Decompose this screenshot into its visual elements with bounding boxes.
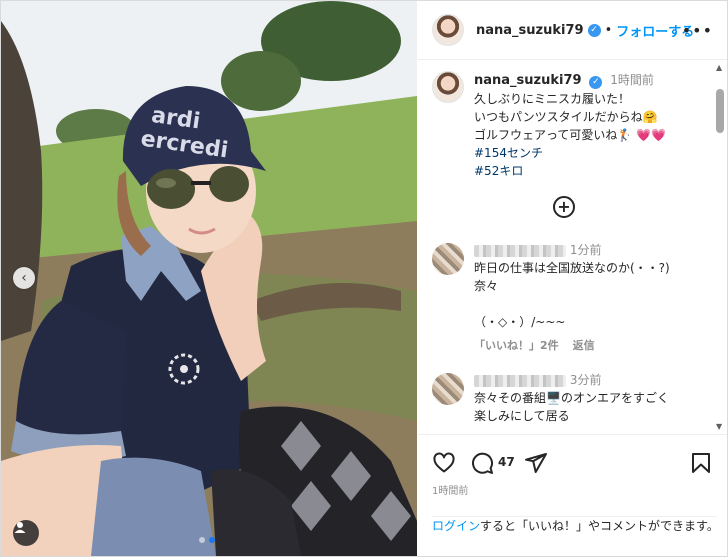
bookmark-icon[interactable] <box>689 451 713 475</box>
carousel-dot <box>199 537 205 543</box>
login-link[interactable]: ログイン <box>432 519 480 533</box>
scroll-down-icon[interactable]: ▼ <box>716 422 722 431</box>
caption-line: いつもパンツスタイルだからね🤗 <box>474 110 658 124</box>
comment-item: 1分前 昨日の仕事は全国放送なのか(・・?) 奈々 （・◇・）/~~~ 「いいね… <box>432 241 702 355</box>
commenter-avatar[interactable] <box>432 373 464 405</box>
post-caption: nana_suzuki79 ✓ 1時間前 久しぶりにミニスカ履いた！ いつもパン… <box>432 71 712 180</box>
user-tag-icon <box>14 522 26 533</box>
scrollbar-thumb[interactable] <box>716 89 724 133</box>
carousel-dot-active <box>209 537 215 543</box>
comment-bubble-icon[interactable] <box>470 451 494 475</box>
login-prompt-text: すると「いいね！」やコメントができます。 <box>480 519 719 533</box>
post-photo[interactable]: ardi ercredi ‹ <box>1 1 417 556</box>
avatar[interactable] <box>432 71 464 103</box>
header-separator: • <box>604 22 613 38</box>
post-side-panel: nana_suzuki79 ✓ • フォローする ••• nana_suzuki… <box>418 1 727 556</box>
verified-badge-icon: ✓ <box>587 23 601 37</box>
tagged-users-button[interactable] <box>13 520 39 546</box>
comment-time: 3分前 <box>569 373 602 387</box>
post-header: nana_suzuki79 ✓ • フォローする ••• <box>418 1 727 60</box>
comments-panel[interactable]: nana_suzuki79 ✓ 1時間前 久しぶりにミニスカ履いた！ いつもパン… <box>418 61 727 433</box>
paper-plane-icon[interactable] <box>524 451 548 475</box>
avatar[interactable] <box>432 14 464 46</box>
comment-count: 47 <box>498 455 515 469</box>
caption-hearts: 💗💗 <box>636 128 667 142</box>
load-more-comments-button[interactable]: + <box>553 196 575 218</box>
hashtag-link[interactable]: #154センチ <box>474 146 543 160</box>
commenter-avatar[interactable] <box>432 243 464 275</box>
plus-icon: + <box>557 197 571 216</box>
more-options-button[interactable]: ••• <box>682 21 713 40</box>
header-username[interactable]: nana_suzuki79 <box>476 23 584 38</box>
comment-line: 奈々 <box>474 279 499 293</box>
instagram-post-embed: ardi ercredi ‹ nana_suzuki79 ✓ • フォローする … <box>0 0 728 557</box>
comment-actions: 「いいね！」2件 返信 <box>474 337 702 355</box>
reply-button[interactable]: 返信 <box>573 339 595 352</box>
commenter-name-blurred[interactable] <box>474 244 566 257</box>
carousel-indicator <box>199 537 215 543</box>
comment-item: 3分前 奈々その番組🖥️のオンエアをすごく 楽しみにして居る <box>432 371 702 425</box>
comment-time: 1分前 <box>569 243 602 257</box>
comment-likes[interactable]: 「いいね！」2件 <box>474 339 559 352</box>
scroll-up-icon[interactable]: ▲ <box>716 63 722 72</box>
comment-line: （・◇・）/~~~ <box>474 315 566 329</box>
post-timestamp[interactable]: 1時間前 <box>432 482 468 497</box>
heart-outline-icon[interactable] <box>432 451 456 475</box>
hashtag-link[interactable]: #52キロ <box>474 164 523 178</box>
comment-line: 楽しみにして居る <box>474 409 570 423</box>
login-prompt: ログインすると「いいね！」やコメントができます。 <box>432 516 719 533</box>
commenter-name-blurred[interactable] <box>474 374 566 387</box>
comments-scrollbar[interactable]: ▲ ▼ <box>716 61 724 433</box>
comment-line: 奈々その番組🖥️のオンエアをすごく <box>474 391 669 405</box>
verified-badge-icon: ✓ <box>589 75 603 89</box>
caption-line: ゴルフウェアって可愛いね🏌 <box>474 128 633 142</box>
caption-time: 1時間前 <box>610 73 654 87</box>
caption-line: 久しぶりにミニスカ履いた！ <box>474 92 631 106</box>
post-actions: 47 1時間前 ログインすると「いいね！」やコメントができます。 <box>418 434 727 556</box>
comment-line: 昨日の仕事は全国放送なのか(・・?) <box>474 261 670 275</box>
caption-username[interactable]: nana_suzuki79 <box>474 73 582 88</box>
carousel-prev-button[interactable]: ‹ <box>13 267 35 289</box>
photo-illustration: ardi ercredi <box>1 1 417 556</box>
